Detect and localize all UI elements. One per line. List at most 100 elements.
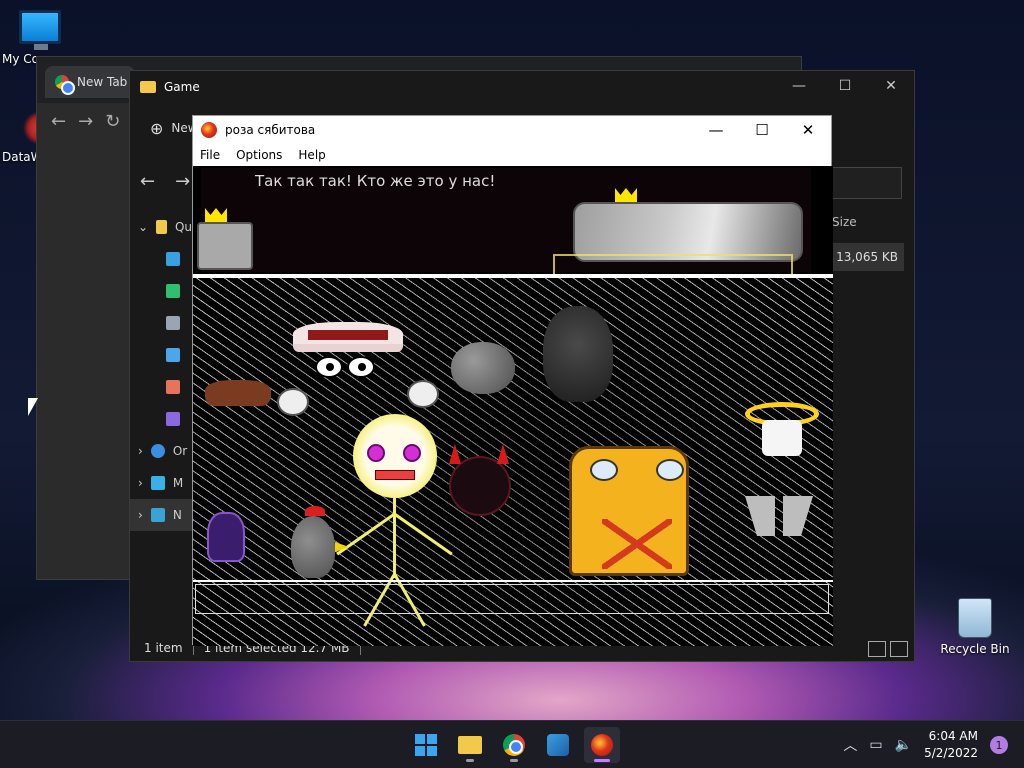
- clock[interactable]: 6:04 AM 5/2/2022: [924, 728, 978, 762]
- app-icon: [547, 734, 569, 756]
- taskbar-chrome[interactable]: [496, 727, 532, 763]
- game-window-controls: — ☐ ✕: [693, 116, 831, 144]
- chrome-icon: [503, 734, 525, 756]
- status-item-count: 1 item: [144, 641, 183, 655]
- tiles-view-icon[interactable]: [890, 641, 908, 657]
- glove-right: [407, 380, 439, 408]
- chevron-down-icon: ⌄: [138, 220, 149, 234]
- nav-item-label: N: [172, 508, 182, 522]
- dialog-panel: Так так так! Кто же это у нас!: [197, 168, 811, 278]
- picture-icon: [166, 348, 180, 362]
- crown-icon: [615, 188, 637, 202]
- computer-icon: [150, 476, 165, 490]
- forward-arrow-icon[interactable]: →: [175, 171, 190, 192]
- view-toggle: [868, 641, 908, 657]
- star-icon: [156, 220, 167, 234]
- browser-tab[interactable]: New Tab: [45, 66, 135, 98]
- start-button[interactable]: [408, 727, 444, 763]
- navigation-pane: ⌄ Qu › Or › M › N: [130, 211, 192, 531]
- music-icon: [166, 380, 180, 394]
- column-header-size[interactable]: Size: [832, 215, 857, 229]
- nav-item-quick-access[interactable]: ⌄ Qu: [130, 211, 192, 243]
- character-angel: [745, 402, 819, 539]
- desktop-icon-label: Recycle Bin: [940, 642, 1010, 656]
- nav-item-network[interactable]: › N: [130, 499, 192, 531]
- file-size-cell[interactable]: 13,065 KB: [830, 243, 904, 271]
- minimize-icon[interactable]: —: [776, 71, 822, 101]
- nav-item-documents[interactable]: [130, 307, 192, 339]
- document-icon: [166, 316, 180, 330]
- running-indicator: [594, 759, 610, 762]
- new-plus-icon: ⊕: [150, 118, 164, 138]
- nav-item-onedrive[interactable]: › Or: [130, 435, 192, 467]
- explorer-title: Game: [164, 80, 200, 94]
- character-bug: [543, 306, 613, 402]
- menu-options[interactable]: Options: [236, 148, 282, 162]
- eye: [346, 356, 375, 378]
- game-menubar: File Options Help: [193, 144, 831, 166]
- nav-item-label: Qu: [174, 220, 192, 234]
- taskbar: ︿ ▭ 🔈 6:04 AM 5/2/2022 1: [0, 720, 1024, 768]
- close-icon[interactable]: ✕: [868, 71, 914, 101]
- running-indicator: [510, 759, 518, 762]
- close-icon[interactable]: ✕: [785, 116, 831, 144]
- reload-icon[interactable]: ↻: [105, 111, 120, 132]
- nav-item-desktop[interactable]: [130, 243, 192, 275]
- character-chicken: [291, 506, 349, 578]
- character-robot: [569, 446, 689, 576]
- game-scene[interactable]: Так так так! Кто же это у нас!: [193, 166, 833, 646]
- taskbar-apps: [408, 727, 620, 763]
- forward-arrow-icon[interactable]: →: [78, 111, 93, 132]
- chrome-icon: [55, 75, 75, 95]
- notification-badge[interactable]: 1: [990, 736, 1008, 754]
- nav-item-pictures[interactable]: [130, 339, 192, 371]
- chevron-right-icon: ›: [138, 508, 143, 522]
- windows-logo-icon: [415, 734, 437, 756]
- browser-tab-label: New Tab: [77, 75, 128, 89]
- menu-file[interactable]: File: [200, 148, 220, 162]
- back-arrow-icon[interactable]: ←: [51, 111, 66, 132]
- game-title: роза сябитова: [225, 123, 316, 137]
- network-icon[interactable]: ▭: [869, 737, 882, 753]
- cat-face: [197, 222, 253, 270]
- minimize-icon[interactable]: —: [693, 116, 739, 144]
- nav-item-downloads[interactable]: [130, 275, 192, 307]
- search-box[interactable]: [830, 167, 902, 199]
- back-arrow-icon[interactable]: ←: [140, 171, 155, 192]
- nav-item-label: Or: [172, 444, 188, 458]
- network-icon: [150, 508, 165, 522]
- volume-icon[interactable]: 🔈: [895, 737, 912, 753]
- cat-king-portrait: [197, 208, 253, 270]
- character-stickman: [336, 414, 453, 627]
- game-app-icon: [591, 734, 613, 756]
- video-icon: [166, 412, 180, 426]
- maximize-icon[interactable]: ☐: [739, 116, 785, 144]
- character-brown-hat: [205, 380, 271, 406]
- folder-icon: [140, 81, 156, 93]
- menu-help[interactable]: Help: [298, 148, 325, 162]
- clock-time: 6:04 AM: [928, 729, 978, 743]
- desktop-icon-recycle-bin[interactable]: Recycle Bin: [935, 598, 1015, 656]
- mouse-cursor-icon: [28, 398, 38, 416]
- dialog-text: Так так так! Кто же это у нас!: [255, 172, 496, 190]
- chevron-up-icon[interactable]: ︿: [843, 735, 857, 755]
- taskbar-file-explorer[interactable]: [452, 727, 488, 763]
- character-rock: [451, 342, 515, 394]
- glove-left: [277, 388, 309, 416]
- nav-item-music[interactable]: [130, 371, 192, 403]
- nav-item-this-pc[interactable]: › M: [130, 467, 192, 499]
- system-tray: ︿ ▭ 🔈 6:04 AM 5/2/2022 1: [843, 721, 1024, 768]
- game-window[interactable]: роза сябитова — ☐ ✕ File Options Help Та…: [192, 115, 833, 646]
- details-view-icon[interactable]: [868, 641, 886, 657]
- chevron-right-icon: ›: [138, 476, 143, 490]
- divider: [193, 580, 833, 582]
- monitor-icon: [19, 10, 61, 50]
- character-white-hat: [293, 322, 403, 381]
- eye: [315, 356, 343, 378]
- dialog-input-box: [195, 584, 829, 614]
- nav-item-videos[interactable]: [130, 403, 192, 435]
- taskbar-game[interactable]: [584, 727, 620, 763]
- download-icon: [166, 284, 180, 298]
- maximize-icon[interactable]: ☐: [822, 71, 868, 101]
- taskbar-app[interactable]: [540, 727, 576, 763]
